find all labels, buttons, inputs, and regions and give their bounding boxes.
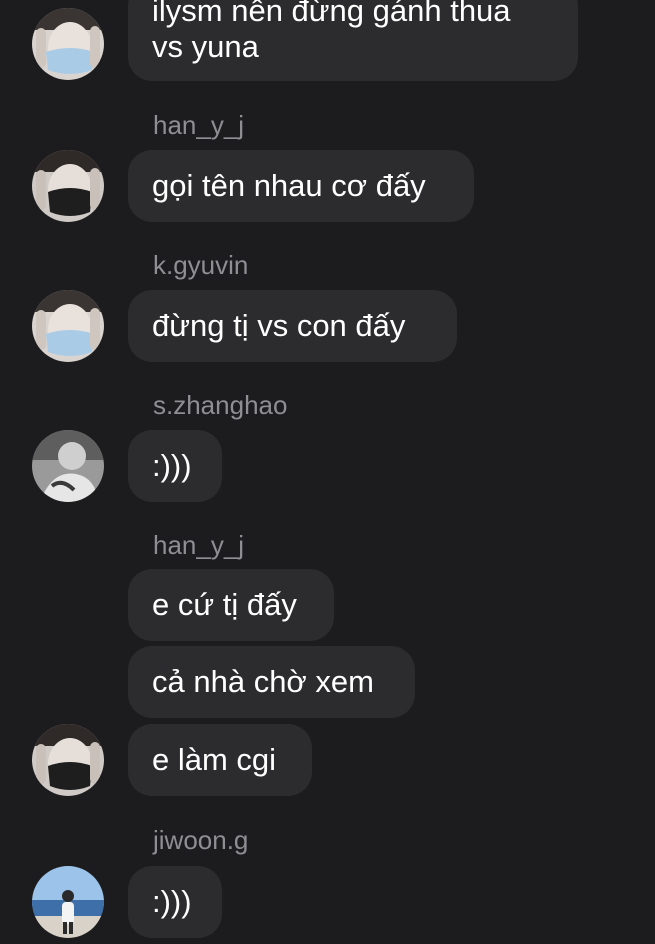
sender-avatar[interactable] — [32, 290, 104, 362]
message-text-line: vs yuna — [152, 29, 259, 64]
sender-name: han_y_j — [153, 110, 245, 140]
beach-photo-avatar-icon — [32, 866, 104, 938]
message-bubble[interactable]: e cứ tị đấy — [128, 569, 334, 641]
message-bubble[interactable]: :))) — [128, 866, 222, 938]
message-text: e cứ tị đấy — [152, 587, 297, 622]
message-text-line: ilysm nên đừng gánh thua — [152, 0, 511, 28]
sender-name: k.gyuvin — [153, 250, 249, 280]
masked-face-blue-avatar-icon — [32, 290, 104, 362]
sender-avatar[interactable] — [32, 866, 104, 938]
sender-avatar[interactable] — [32, 8, 104, 80]
masked-face-black-avatar-icon — [32, 150, 104, 222]
message-bubble[interactable]: cả nhà chờ xem — [128, 646, 415, 718]
sender-name: s.zhanghao — [153, 390, 288, 420]
message-bubble[interactable]: e làm cgi — [128, 724, 312, 796]
message-bubble[interactable]: gọi tên nhau cơ đấy — [128, 150, 474, 222]
sender-avatar[interactable] — [32, 724, 104, 796]
sender-name: jiwoon.g — [153, 825, 249, 855]
message-text: :))) — [152, 884, 192, 919]
masked-face-blue-avatar-icon — [32, 8, 104, 80]
sender-avatar[interactable] — [32, 150, 104, 222]
sender-name: han_y_j — [153, 530, 245, 560]
message-text: gọi tên nhau cơ đấy — [152, 168, 426, 203]
sender-avatar[interactable] — [32, 430, 104, 502]
message-text: e làm cgi — [152, 742, 277, 777]
message-bubble[interactable]: đừng tị vs con đấy — [128, 290, 457, 362]
masked-face-black-avatar-icon — [32, 724, 104, 796]
message-text: cả nhà chờ xem — [152, 664, 374, 699]
message-text: đừng tị vs con đấy — [152, 308, 406, 343]
message-text: :))) — [152, 448, 192, 483]
message-bubble[interactable]: :))) — [128, 430, 222, 502]
grayscale-photo-avatar-icon — [32, 430, 104, 502]
message-bubble[interactable]: ilysm nên đừng gánh thua vs yuna — [128, 0, 578, 81]
